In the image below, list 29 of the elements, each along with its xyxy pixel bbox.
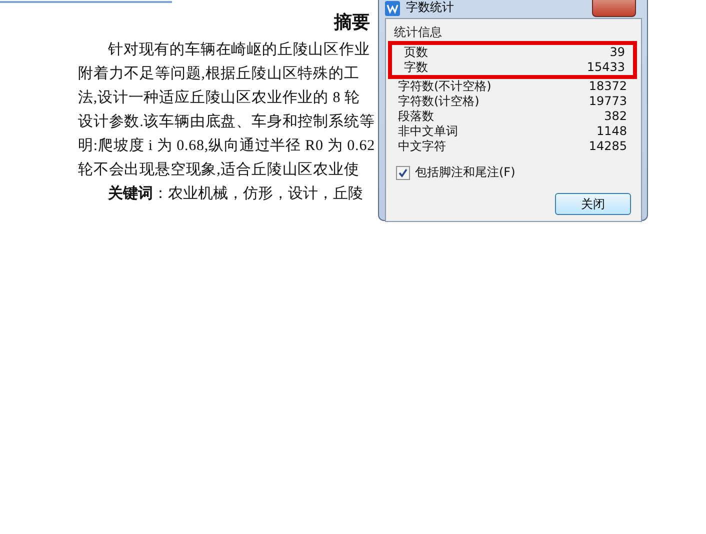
close-button[interactable]: 关闭 bbox=[555, 193, 631, 215]
stat-value: 39 bbox=[610, 45, 625, 60]
dialog-title: 字数统计 bbox=[406, 0, 454, 16]
keywords-label: 关键词 bbox=[108, 184, 153, 204]
keywords-text: ：农业机械，仿形，设计，丘陵 bbox=[153, 184, 363, 204]
stat-value: 1148 bbox=[596, 124, 627, 139]
checkbox[interactable] bbox=[396, 166, 410, 180]
stat-value: 15433 bbox=[586, 60, 625, 75]
checkbox-label: 包括脚注和尾注(F) bbox=[415, 164, 516, 181]
abstract-heading: 摘要 bbox=[332, 11, 371, 35]
stat-label: 页数 bbox=[404, 45, 428, 60]
stat-value: 382 bbox=[604, 109, 627, 124]
stat-value: 18372 bbox=[588, 79, 627, 94]
stat-label: 中文字符 bbox=[398, 139, 446, 154]
stat-label: 字符数(不计空格) bbox=[398, 79, 492, 94]
stat-label: 字符数(计空格) bbox=[398, 94, 480, 109]
app-logo-icon bbox=[385, 1, 400, 16]
paragraph-line: 轮不会出现悬空现象,适合丘陵山区农业使 bbox=[78, 160, 360, 180]
paragraph-line: 明:爬坡度 i 为 0.68,纵向通过半径 R0 为 0.62 bbox=[78, 136, 376, 156]
stat-label: 字数 bbox=[404, 60, 428, 75]
paragraph-line: 法,设计一种适应丘陵山区农业作业的 8 轮 bbox=[78, 88, 362, 108]
paragraph-line: 针对现有的车辆在崎岖的丘陵山区作业 bbox=[107, 40, 371, 60]
paragraph-line: 设计参数.该车辆由底盘、车身和控制系统等 bbox=[78, 112, 376, 132]
stat-label: 段落数 bbox=[398, 109, 434, 124]
stat-label: 非中文单词 bbox=[398, 124, 458, 139]
paragraph-line: 附着力不足等问题,根据丘陵山区特殊的工 bbox=[78, 64, 360, 84]
stat-value: 14285 bbox=[588, 139, 627, 154]
stat-value: 19773 bbox=[588, 94, 627, 109]
group-label: 统计信息 bbox=[394, 25, 443, 39]
